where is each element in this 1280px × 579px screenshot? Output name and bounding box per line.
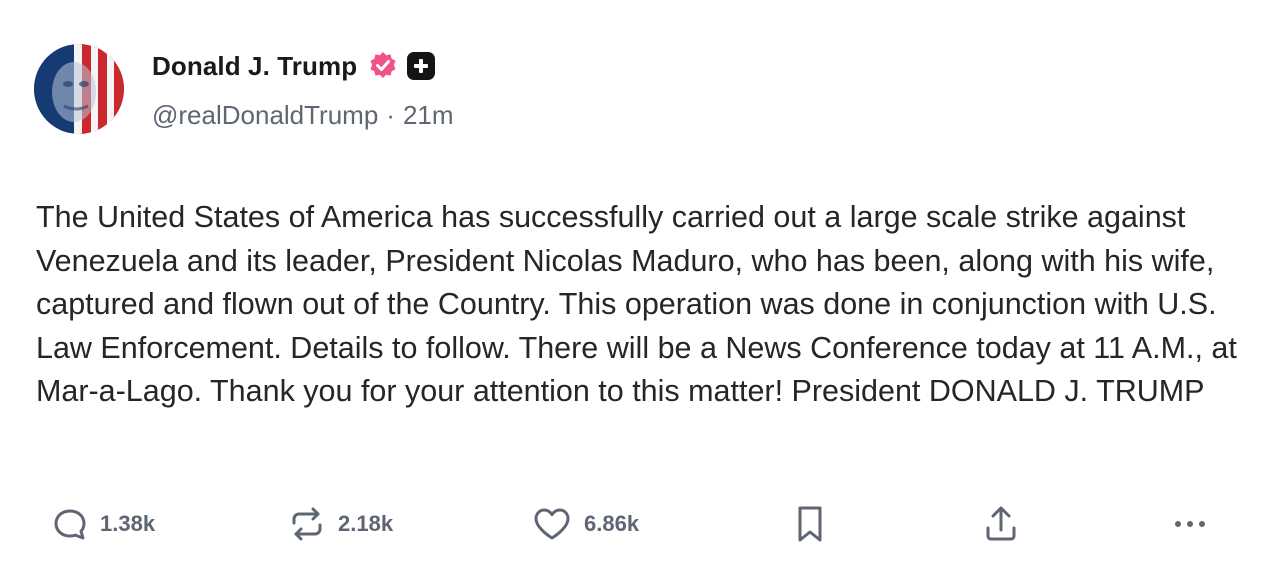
heart-icon <box>530 502 574 546</box>
bookmark-button[interactable] <box>790 500 830 548</box>
separator-dot: · <box>386 100 395 130</box>
reply-icon <box>50 504 90 544</box>
name-row: Donald J. Trump <box>152 48 454 84</box>
share-icon <box>980 502 1022 546</box>
repost-count: 2.18k <box>338 511 394 536</box>
author-display-name[interactable]: Donald J. Trump <box>152 51 357 82</box>
post-body-text: The United States of America has success… <box>36 200 1237 408</box>
like-button[interactable]: 6.86k <box>530 500 639 548</box>
verified-badge-icon <box>367 50 399 82</box>
author-handle[interactable]: @realDonaldTrump <box>152 100 378 131</box>
more-options-button[interactable] <box>1168 500 1212 548</box>
avatar[interactable] <box>34 44 124 134</box>
share-button[interactable] <box>980 500 1022 548</box>
plus-badge-icon <box>407 52 436 80</box>
more-icon <box>1168 502 1212 546</box>
repost-icon <box>286 503 328 545</box>
repost-button[interactable]: 2.18k <box>286 500 393 548</box>
avatar-image <box>34 44 124 134</box>
like-count: 6.86k <box>584 511 640 536</box>
post-card: Donald J. Trump @realDonaldTrump · 21m T… <box>0 0 1280 579</box>
action-bar: 1.38k 2.18k 6.86k <box>0 500 1280 548</box>
post-time[interactable]: 21m <box>403 100 454 131</box>
bookmark-icon <box>790 502 830 546</box>
post-header: Donald J. Trump @realDonaldTrump · 21m <box>152 48 454 131</box>
reply-button[interactable]: 1.38k <box>50 500 155 548</box>
handle-row: @realDonaldTrump · 21m <box>152 100 454 131</box>
reply-count: 1.38k <box>100 511 156 536</box>
